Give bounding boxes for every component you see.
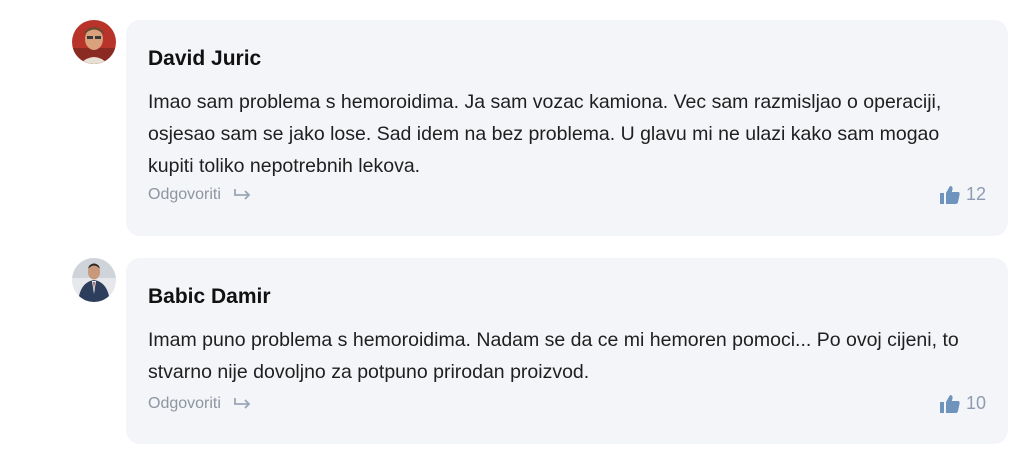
comment-card: Babic Damir Imam puno problema s hemoroi… bbox=[126, 258, 1008, 444]
avatar bbox=[72, 20, 116, 64]
avatar-photo bbox=[72, 20, 116, 64]
comment-footer: Odgovoriti 12 bbox=[148, 184, 986, 210]
comment-author: David Juric bbox=[148, 47, 262, 70]
avatar bbox=[72, 258, 116, 302]
comment-card: David Juric Imao sam problema s hemoroid… bbox=[126, 20, 1008, 236]
reply-label: Odgovoriti bbox=[148, 395, 221, 412]
reply-arrow-icon bbox=[233, 397, 253, 411]
reply-label: Odgovoriti bbox=[148, 186, 221, 203]
reply-button[interactable]: Odgovoriti bbox=[148, 395, 253, 413]
like-count: 10 bbox=[965, 393, 986, 413]
comment-author: Babic Damir bbox=[148, 285, 271, 308]
thumbs-up-icon bbox=[939, 185, 960, 204]
comment-footer: Odgovoriti 10 bbox=[148, 393, 986, 419]
avatar-photo bbox=[72, 258, 116, 302]
reply-arrow-icon bbox=[233, 188, 253, 202]
reply-button[interactable]: Odgovoriti bbox=[148, 186, 253, 204]
thumbs-up-icon bbox=[939, 394, 960, 413]
like-button[interactable]: 10 bbox=[939, 393, 986, 414]
like-button[interactable]: 12 bbox=[939, 184, 986, 205]
comments-list: David Juric Imao sam problema s hemoroid… bbox=[0, 0, 1024, 456]
like-count: 12 bbox=[965, 184, 986, 204]
comment-text: Imao sam problema s hemoroidima. Ja sam … bbox=[148, 91, 942, 177]
comment-text: Imam puno problema s hemoroidima. Nadam … bbox=[148, 329, 959, 383]
